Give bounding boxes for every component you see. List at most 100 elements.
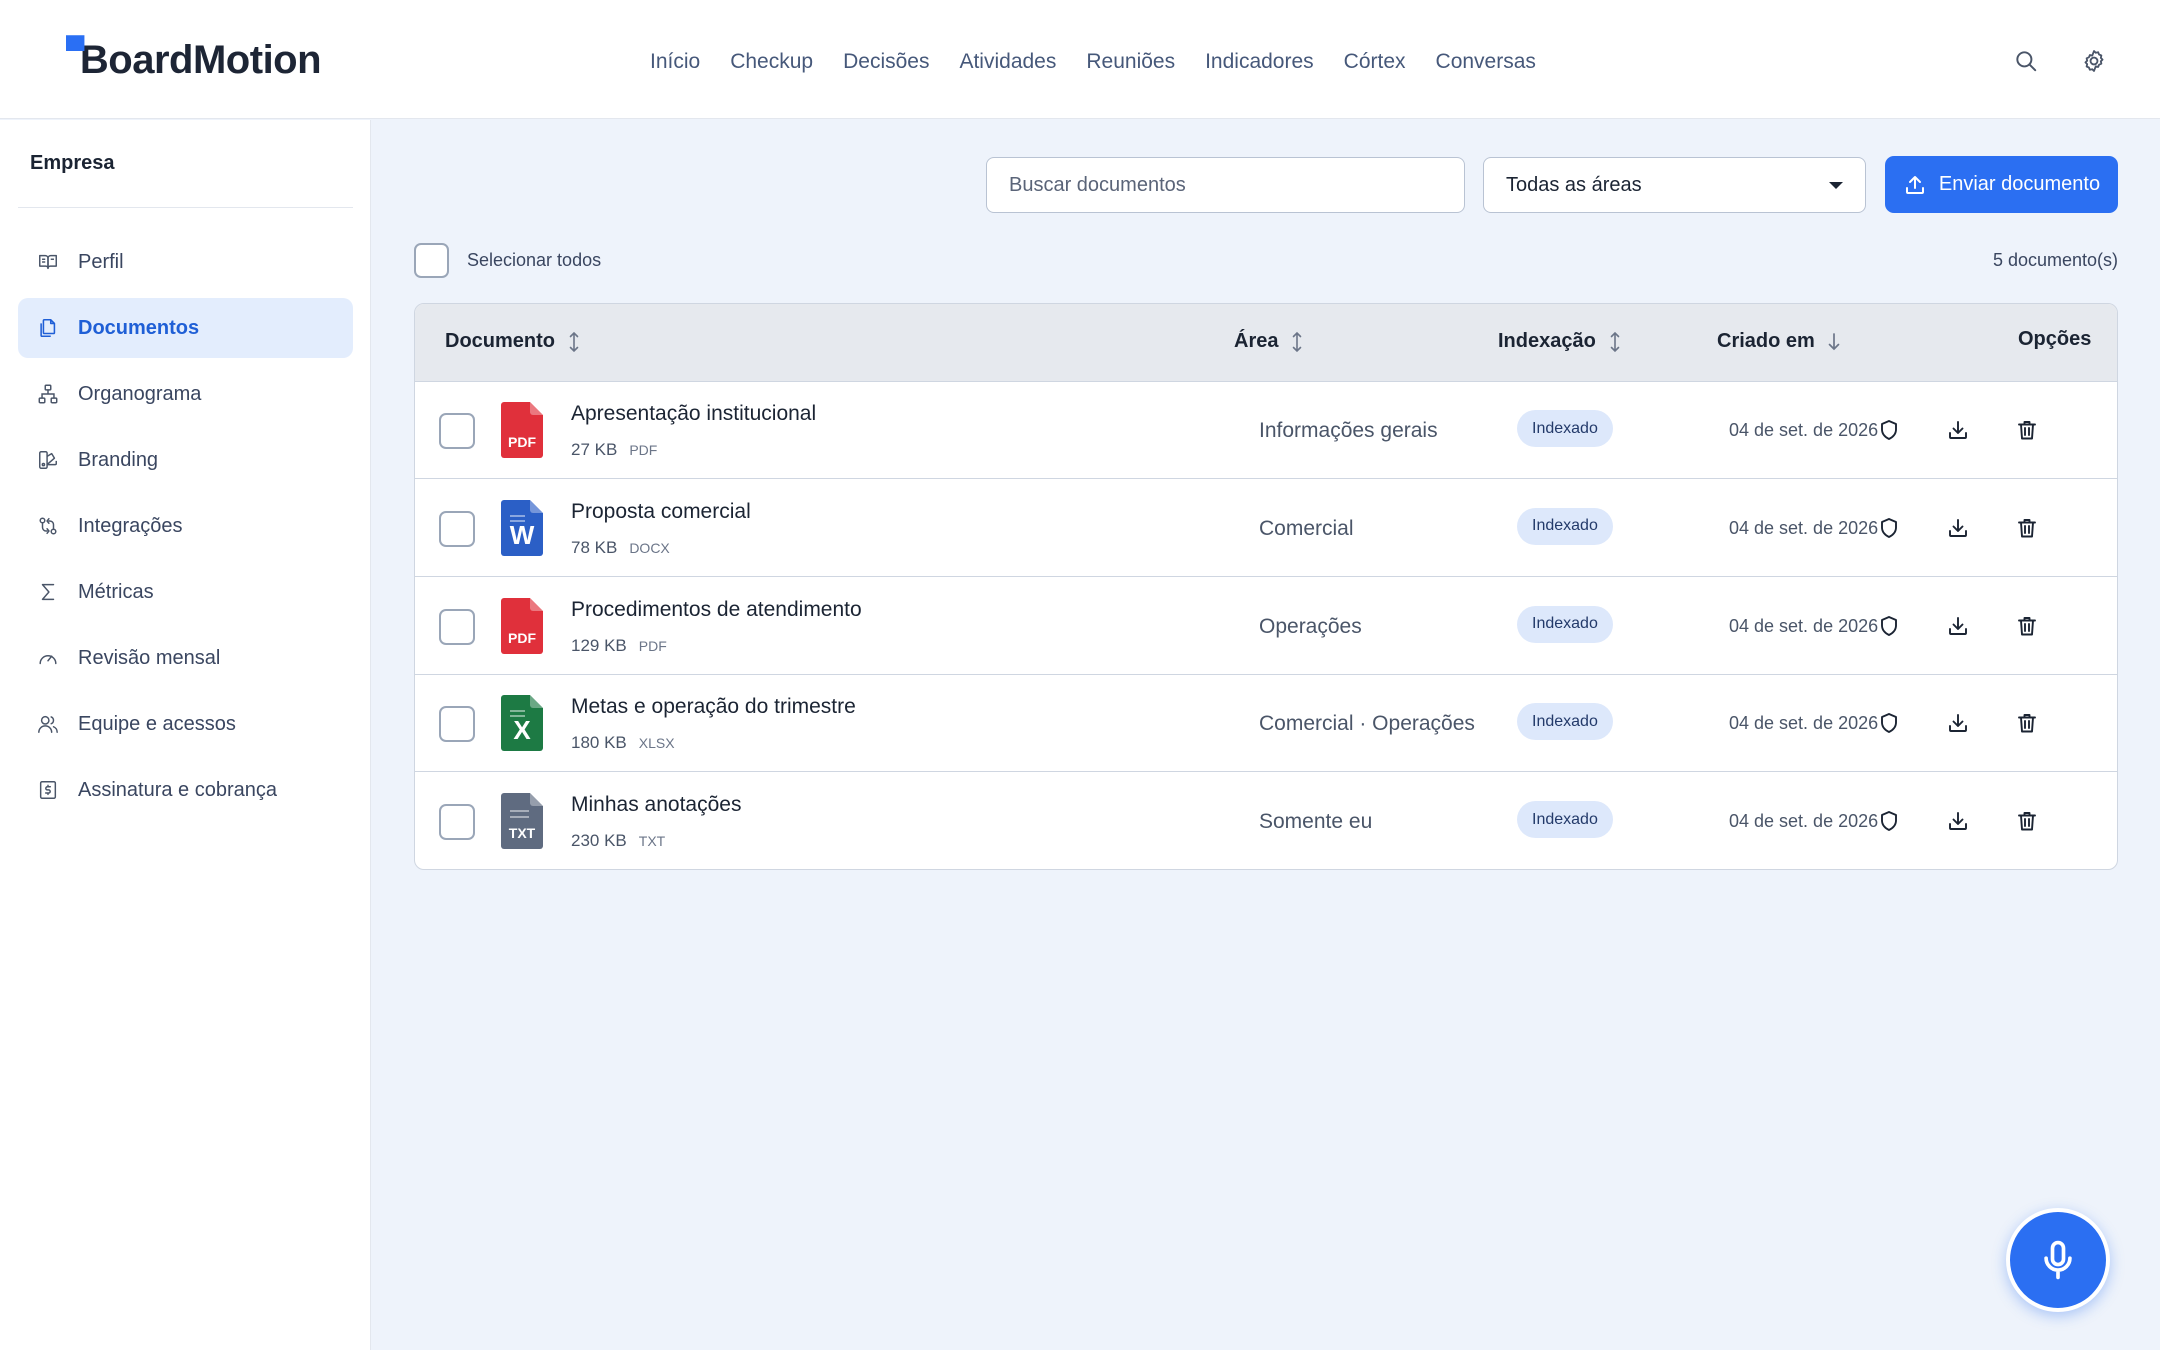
svg-text:W: W bbox=[510, 520, 535, 550]
document-created-date: 04 de set. de 2026 bbox=[1729, 811, 1879, 832]
sidebar-item-label: Branding bbox=[78, 448, 159, 471]
column-header-indexacao[interactable]: Indexação bbox=[1498, 330, 1624, 353]
pdf-file-icon: PDF bbox=[501, 402, 543, 458]
document-created-date: 04 de set. de 2026 bbox=[1729, 420, 1879, 440]
documents-table: Documento Área Indexação Criado em Opçõe… bbox=[414, 303, 2118, 870]
download-button[interactable] bbox=[1942, 707, 1974, 739]
document-name[interactable]: Proposta comercial bbox=[571, 500, 751, 524]
delete-button[interactable] bbox=[2011, 610, 2043, 642]
delete-button[interactable] bbox=[2011, 512, 2043, 544]
document-area: Informações gerais bbox=[1259, 419, 1438, 442]
document-name[interactable]: Metas e operação do trimestre bbox=[571, 695, 856, 719]
download-button[interactable] bbox=[1942, 610, 1974, 642]
document-extension: PDF bbox=[638, 637, 667, 654]
upload-document-button[interactable]: Enviar documento bbox=[1885, 156, 2118, 213]
permissions-button[interactable] bbox=[1873, 414, 1905, 446]
sidebar-item-assinatura-cobranca[interactable]: Assinatura e cobrança bbox=[18, 760, 353, 820]
nav-item-checkup[interactable]: Checkup bbox=[730, 50, 813, 74]
document-meta: 180 KB XLSX bbox=[571, 733, 675, 753]
row-checkbox[interactable] bbox=[439, 706, 475, 743]
document-size: 129 KB bbox=[571, 635, 627, 655]
sidebar-item-integracoes[interactable]: Integrações bbox=[18, 496, 353, 556]
download-button[interactable] bbox=[1942, 805, 1974, 837]
column-header-documento[interactable]: Documento bbox=[445, 330, 583, 353]
org-chart-icon bbox=[36, 382, 60, 406]
document-count: 5 documento(s) bbox=[1992, 250, 2118, 270]
document-meta: 129 KB PDF bbox=[571, 636, 667, 656]
sidebar-item-organograma[interactable]: Organograma bbox=[18, 364, 353, 424]
status-badge: Indexado bbox=[1517, 703, 1613, 741]
document-area: Comercial · Operações bbox=[1259, 712, 1475, 736]
svg-text:PDF: PDF bbox=[508, 434, 536, 450]
sort-icon bbox=[569, 331, 579, 352]
document-meta: 27 KB PDF bbox=[571, 440, 657, 460]
area-filter-select[interactable]: Todas as áreas bbox=[1483, 157, 1866, 213]
nav-item-atividades[interactable]: Atividades bbox=[959, 50, 1056, 74]
row-checkbox[interactable] bbox=[439, 510, 475, 547]
column-header-label: Documento bbox=[445, 330, 555, 352]
status-badge: Indexado bbox=[1517, 507, 1613, 545]
select-all-checkbox[interactable] bbox=[414, 243, 449, 278]
row-checkbox[interactable] bbox=[439, 608, 475, 645]
brand-name: BoardMotion bbox=[79, 37, 322, 82]
permissions-button[interactable] bbox=[1873, 805, 1905, 837]
microphone-icon bbox=[2044, 1240, 2072, 1280]
select-all[interactable]: Selecionar todos bbox=[414, 243, 601, 278]
permissions-button[interactable] bbox=[1873, 512, 1905, 544]
permissions-button[interactable] bbox=[1873, 610, 1905, 642]
arrow-down-icon bbox=[1828, 332, 1840, 350]
sidebar-item-label: Perfil bbox=[78, 250, 124, 273]
trash-icon bbox=[2018, 421, 2036, 440]
document-area: Somente eu bbox=[1259, 810, 1373, 834]
sort-icon bbox=[1293, 331, 1302, 352]
download-icon bbox=[1949, 812, 1967, 831]
table-row: W Proposta comercial 78 KB DOCX Comercial Ind… bbox=[415, 480, 2117, 577]
document-name[interactable]: Apresentação institucional bbox=[571, 402, 816, 426]
shield-icon bbox=[1881, 517, 1897, 538]
logo-mark: ▀ bbox=[66, 34, 84, 65]
gear-icon[interactable] bbox=[2077, 44, 2111, 78]
table-row: PDF Apresentação institucional 27 KB PDF Inf… bbox=[415, 382, 2117, 479]
delete-button[interactable] bbox=[2011, 707, 2043, 739]
search-icon[interactable] bbox=[2009, 44, 2043, 78]
nav-item-inicio[interactable]: Início bbox=[650, 50, 700, 74]
sidebar-list: Perfil Documentos Organograma Branding I… bbox=[18, 232, 353, 826]
nav-item-conversas[interactable]: Conversas bbox=[1436, 50, 1536, 74]
delete-button[interactable] bbox=[2011, 414, 2043, 446]
shield-icon bbox=[1881, 615, 1897, 636]
shield-icon bbox=[1881, 420, 1897, 440]
sidebar-item-label: Assinatura e cobrança bbox=[78, 778, 278, 801]
search-input[interactable] bbox=[986, 157, 1465, 213]
column-header-label: Opções bbox=[2018, 328, 2092, 350]
download-button[interactable] bbox=[1942, 414, 1974, 446]
download-button[interactable] bbox=[1942, 512, 1974, 544]
brand-logo[interactable]: ▀ BoardMotion bbox=[66, 34, 322, 86]
shield-icon bbox=[1881, 713, 1897, 734]
document-size: 180 KB bbox=[571, 733, 627, 753]
sidebar-item-branding[interactable]: Branding bbox=[18, 430, 353, 490]
delete-button[interactable] bbox=[2011, 805, 2043, 837]
permissions-button[interactable] bbox=[1873, 707, 1905, 739]
trash-icon bbox=[2018, 812, 2036, 831]
nav-item-cortex[interactable]: Córtex bbox=[1344, 50, 1406, 74]
sidebar-item-perfil[interactable]: Perfil bbox=[18, 232, 353, 292]
nav-item-decisoes[interactable]: Decisões bbox=[843, 50, 929, 74]
document-area: Comercial bbox=[1259, 516, 1354, 540]
xlsx-file-icon: X bbox=[501, 695, 543, 752]
sidebar-divider bbox=[18, 207, 353, 208]
nav-item-reunioes[interactable]: Reuniões bbox=[1086, 50, 1175, 74]
voice-assistant-button[interactable] bbox=[2006, 1208, 2110, 1312]
sidebar-item-metricas[interactable]: Métricas bbox=[18, 562, 353, 622]
sidebar-item-documentos[interactable]: Documentos bbox=[18, 298, 353, 358]
document-name[interactable]: Minhas anotações bbox=[571, 793, 741, 817]
row-checkbox[interactable] bbox=[439, 804, 475, 841]
row-checkbox[interactable] bbox=[439, 413, 475, 449]
integrations-icon bbox=[36, 514, 60, 538]
sidebar-item-equipe-acessos[interactable]: Equipe e acessos bbox=[18, 694, 353, 754]
nav-item-indicadores[interactable]: Indicadores bbox=[1205, 50, 1314, 74]
sidebar-item-revisao-mensal[interactable]: Revisão mensal bbox=[18, 628, 353, 688]
document-name[interactable]: Procedimentos de atendimento bbox=[571, 598, 862, 622]
column-header-area[interactable]: Área bbox=[1234, 330, 1306, 353]
upload-button-label: Enviar documento bbox=[1938, 173, 2101, 195]
column-header-criado-em[interactable]: Criado em bbox=[1717, 330, 1843, 353]
